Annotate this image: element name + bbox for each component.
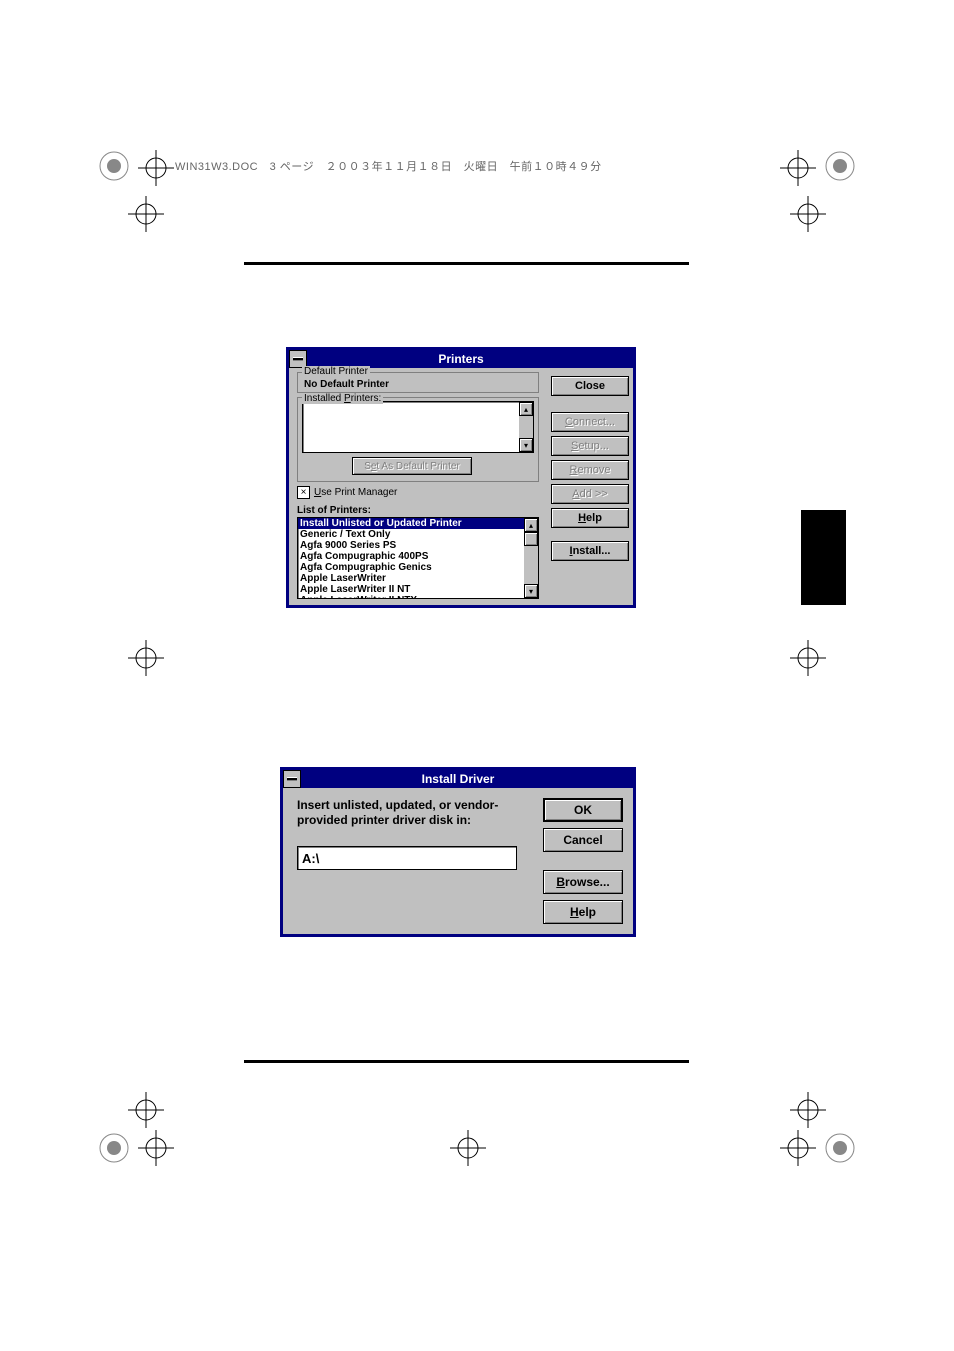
crosshair-icon [138, 1130, 174, 1166]
printers-dialog: Printers Default Printer No Default Prin… [286, 347, 636, 608]
tab-marker [801, 510, 846, 605]
printer-list-item[interactable]: Agfa 9000 Series PS [298, 540, 524, 551]
dialog-title: Printers [307, 352, 633, 366]
install-driver-dialog: Install Driver Insert unlisted, updated,… [280, 767, 636, 937]
crosshair-icon [790, 1092, 826, 1128]
scrollbar[interactable]: ▴ ▾ [524, 518, 538, 598]
printer-list-item[interactable]: Install Unlisted or Updated Printer [298, 518, 524, 529]
crosshair-icon [790, 640, 826, 676]
page-header-text: WIN31W3.DOC 3 ページ ２００３年１１月１８日 火曜日 午前１０時４… [175, 158, 602, 174]
browse-button[interactable]: Browse... [543, 870, 623, 894]
crosshair-icon [128, 1092, 164, 1128]
scroll-up-icon[interactable]: ▴ [519, 402, 533, 416]
printer-list-item[interactable]: Apple LaserWriter II NTX [298, 595, 524, 598]
printer-list-item[interactable]: Apple LaserWriter [298, 573, 524, 584]
set-default-printer-button: Set As Default Printer [352, 457, 472, 475]
ok-button[interactable]: OK [543, 798, 623, 822]
checkbox-icon: × [297, 486, 310, 499]
default-printer-value: No Default Printer [304, 379, 532, 390]
regmark-icon [822, 148, 858, 184]
regmark-icon [96, 1130, 132, 1166]
dialog-title: Install Driver [301, 772, 633, 786]
list-of-printers[interactable]: Install Unlisted or Updated PrinterGener… [297, 517, 539, 599]
use-print-manager-checkbox[interactable]: × Use Print Manager [297, 486, 397, 499]
install-instruction: Insert unlisted, updated, or vendor-prov… [297, 798, 533, 828]
rule-bottom [244, 1060, 689, 1063]
system-menu-icon[interactable] [283, 770, 301, 788]
printer-list-item[interactable]: Agfa Compugraphic 400PS [298, 551, 524, 562]
installed-printers-list[interactable]: ▴ ▾ [302, 401, 534, 453]
close-button[interactable]: Close [551, 376, 629, 396]
scroll-up-icon[interactable]: ▴ [524, 518, 538, 532]
setup-button: Setup... [551, 436, 629, 456]
printer-list-item[interactable]: Agfa Compugraphic Genics [298, 562, 524, 573]
cancel-button[interactable]: Cancel [543, 828, 623, 852]
printer-list-item[interactable]: Generic / Text Only [298, 529, 524, 540]
crosshair-icon [780, 150, 816, 186]
crosshair-icon [790, 196, 826, 232]
regmark-icon [96, 148, 132, 184]
path-input[interactable]: A:\ [297, 846, 517, 870]
crosshair-icon [128, 640, 164, 676]
install-button[interactable]: Install... [551, 541, 629, 561]
rule-top [244, 262, 689, 265]
scrollbar[interactable]: ▴ ▾ [519, 402, 533, 452]
list-of-printers-label: List of Printers: [297, 505, 543, 516]
crosshair-icon [780, 1130, 816, 1166]
add-button: Add >> [551, 484, 629, 504]
help-button[interactable]: Help [551, 508, 629, 528]
connect-button: Connect... [551, 412, 629, 432]
crosshair-icon [450, 1130, 486, 1166]
scroll-down-icon[interactable]: ▾ [524, 584, 538, 598]
remove-button: Remove [551, 460, 629, 480]
regmark-icon [822, 1130, 858, 1166]
printer-list-item[interactable]: Apple LaserWriter II NT [298, 584, 524, 595]
crosshair-icon [128, 196, 164, 232]
use-print-manager-label: Use Print Manager [314, 487, 397, 498]
scroll-down-icon[interactable]: ▾ [519, 438, 533, 452]
default-printer-label: Default Printer [302, 366, 370, 377]
installed-printers-label: Installed Printers: [302, 393, 383, 404]
titlebar[interactable]: Install Driver [283, 770, 633, 788]
help-button[interactable]: Help [543, 900, 623, 924]
crosshair-icon [138, 150, 174, 186]
